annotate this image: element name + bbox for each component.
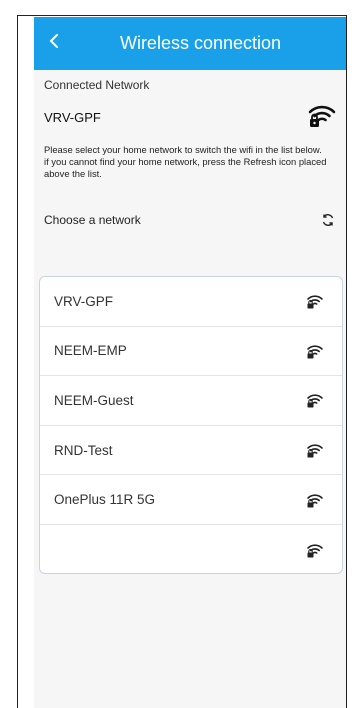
network-name: NEEM-EMP <box>54 343 127 359</box>
wifi-locked-icon <box>306 292 324 310</box>
connected-network-row: VRV-GPF <box>44 96 337 138</box>
network-item[interactable]: NEEM-EMP <box>40 327 342 377</box>
network-item[interactable]: NEEM-Guest <box>40 376 342 426</box>
connected-network-name: VRV-GPF <box>44 109 101 125</box>
network-name: NEEM-Guest <box>54 392 134 408</box>
wifi-locked-icon <box>306 491 324 509</box>
help-text: Please select your home network to switc… <box>44 144 327 179</box>
choose-network-row: Choose a network <box>44 211 337 229</box>
wifi-locked-icon <box>307 101 337 134</box>
network-item[interactable]: VRV-GPF <box>40 277 342 327</box>
chevron-left-icon <box>48 33 60 54</box>
app-screen: Wireless connection Connected Network VR… <box>34 17 346 708</box>
device-frame: Wireless connection Connected Network VR… <box>17 15 347 708</box>
back-button[interactable] <box>34 17 74 70</box>
wifi-locked-icon <box>306 391 324 409</box>
connected-network-label: Connected Network <box>44 78 150 92</box>
wifi-locked-icon <box>306 342 324 360</box>
wifi-locked-icon <box>306 541 324 559</box>
network-item[interactable]: OnePlus 11R 5G <box>40 475 342 525</box>
refresh-icon[interactable] <box>319 211 337 229</box>
network-name: RND-Test <box>54 442 113 458</box>
app-bar: Wireless connection <box>34 17 346 70</box>
wifi-locked-icon <box>306 441 324 459</box>
network-name: VRV-GPF <box>54 293 114 309</box>
choose-network-label: Choose a network <box>44 213 141 227</box>
page-title: Wireless connection <box>119 33 282 53</box>
network-item[interactable]: RND-Test <box>40 426 342 476</box>
network-item[interactable] <box>40 525 342 573</box>
main-content: Connected Network VRV-GPF Please select … <box>34 70 346 229</box>
network-list: VRV-GPF NEEM-EMP NEEM-Guest RND-Test One… <box>39 276 343 574</box>
network-name: OnePlus 11R 5G <box>54 492 156 508</box>
